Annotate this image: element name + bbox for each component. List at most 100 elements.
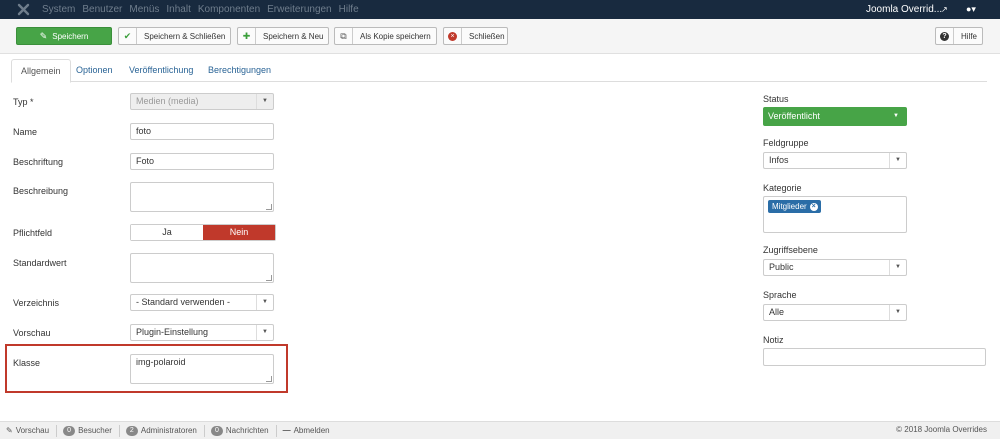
logout-label: Abmelden: [293, 426, 330, 435]
save-copy-label: Als Kopie speichern: [360, 31, 431, 41]
menu-item-extensions[interactable]: Erweiterungen: [267, 4, 331, 15]
category-chip: Mitglieder ×: [768, 200, 821, 213]
menu-item-content[interactable]: Inhalt: [166, 4, 190, 15]
note-label: Notiz: [763, 335, 784, 345]
class-textarea[interactable]: img-polaroid: [130, 354, 274, 384]
visitors-badge: 0: [63, 425, 76, 436]
save-copy-button[interactable]: ⧉ Als Kopie speichern: [334, 27, 437, 45]
caption-label: Beschriftung: [13, 157, 64, 167]
logout-link[interactable]: — Abmelden: [283, 426, 330, 435]
help-button[interactable]: ? Hilfe: [935, 27, 983, 45]
menu-item-system[interactable]: System: [42, 4, 75, 15]
directory-label: Verzeichnis: [13, 298, 60, 308]
name-input[interactable]: foto: [130, 123, 274, 140]
save-new-label: Speichern & Neu: [263, 31, 324, 41]
site-name-link[interactable]: Joomla Overrid...: [866, 0, 942, 19]
chevron-down-icon: ▼: [256, 94, 273, 109]
description-textarea[interactable]: [130, 182, 274, 212]
menu-item-menus[interactable]: Menüs: [129, 4, 159, 15]
question-icon: ?: [936, 28, 954, 44]
type-label: Typ *: [13, 97, 34, 107]
visitors-label: Besucher: [78, 426, 112, 435]
user-icon[interactable]: ●▾: [966, 4, 976, 15]
chevron-down-icon: ▼: [893, 113, 899, 119]
preview-select[interactable]: Plugin-Einstellung ▼: [130, 324, 274, 341]
footer-admins: 2 Administratoren: [125, 425, 197, 436]
close-circle-icon: ×: [444, 28, 462, 44]
menu-item-help[interactable]: Hilfe: [339, 4, 359, 15]
copy-icon: ⧉: [335, 28, 353, 44]
language-value: Alle: [769, 307, 785, 317]
name-label: Name: [13, 127, 38, 137]
chevron-down-icon: ▼: [889, 153, 906, 168]
footer-preview-label: Vorschau: [15, 426, 50, 435]
note-input[interactable]: [763, 348, 986, 366]
admins-badge: 2: [125, 425, 138, 436]
group-value: Infos: [769, 155, 789, 165]
messages-badge: 0: [210, 425, 223, 436]
tab-publishing[interactable]: Veröffentlichung: [129, 59, 193, 82]
save-new-button[interactable]: ✚ Speichern & Neu: [237, 27, 329, 45]
top-navbar: System Benutzer Menüs Inhalt Komponenten…: [0, 0, 1000, 19]
save-close-button[interactable]: ✔ Speichern & Schließen: [118, 27, 231, 45]
directory-select[interactable]: - Standard verwenden - ▼: [130, 294, 274, 311]
required-label: Pflichtfeld: [13, 228, 53, 238]
group-label: Feldgruppe: [763, 138, 809, 148]
check-icon: ✔: [119, 28, 137, 44]
toolbar: ✎ Speichern ✔ Speichern & Schließen ✚ Sp…: [0, 19, 1000, 54]
preview-value: Plugin-Einstellung: [136, 327, 209, 337]
menu-item-users[interactable]: Benutzer: [82, 4, 122, 15]
caption-input[interactable]: Foto: [130, 153, 274, 170]
description-label: Beschreibung: [13, 186, 69, 196]
category-multiselect[interactable]: Mitglieder ×: [763, 196, 907, 233]
class-label: Klasse: [13, 358, 41, 368]
tab-options[interactable]: Optionen: [76, 59, 113, 82]
directory-value: - Standard verwenden -: [136, 297, 231, 307]
status-label: Status: [763, 94, 789, 104]
type-select: Medien (media) ▼: [130, 93, 274, 110]
menu-item-components[interactable]: Komponenten: [198, 4, 260, 15]
messages-label: Nachrichten: [225, 426, 269, 435]
close-button[interactable]: × Schließen: [443, 27, 508, 45]
footer-messages: 0 Nachrichten: [210, 425, 269, 436]
chevron-down-icon: ▼: [889, 260, 906, 275]
close-label: Schließen: [469, 31, 505, 41]
status-select[interactable]: Veröffentlicht ▼: [763, 107, 907, 126]
status-footer: ✎ Vorschau 0 Besucher 2 Administratoren …: [0, 421, 1000, 439]
tab-permissions[interactable]: Berechtigungen: [208, 59, 271, 82]
group-select[interactable]: Infos ▼: [763, 152, 907, 169]
footer-preview-link[interactable]: ✎ Vorschau: [6, 426, 49, 435]
access-select[interactable]: Public ▼: [763, 259, 907, 276]
category-chip-label: Mitglieder: [772, 202, 807, 211]
footer-visitors: 0 Besucher: [63, 425, 112, 436]
chevron-down-icon: ▼: [889, 305, 906, 320]
category-label: Kategorie: [763, 183, 802, 193]
type-value: Medien (media): [136, 96, 199, 106]
joomla-logo[interactable]: [17, 3, 30, 16]
required-no-option[interactable]: Nein: [203, 225, 275, 240]
chevron-down-icon: ▼: [256, 295, 273, 310]
save-button[interactable]: ✎ Speichern: [16, 27, 112, 45]
language-label: Sprache: [763, 290, 797, 300]
tab-general[interactable]: Allgemein: [11, 59, 71, 83]
save-button-label: Speichern: [52, 31, 89, 41]
chevron-down-icon: ▼: [256, 325, 273, 340]
external-link-icon[interactable]: ↗: [941, 5, 948, 14]
external-link-icon: ✎: [6, 426, 13, 435]
divider: [118, 424, 120, 437]
remove-icon[interactable]: ×: [809, 202, 818, 211]
admins-label: Administratoren: [140, 426, 197, 435]
language-select[interactable]: Alle ▼: [763, 304, 907, 321]
edit-icon: ✎: [39, 30, 48, 41]
copyright-text: © 2018 Joomla Overrides: [896, 425, 987, 434]
minus-icon: —: [282, 426, 291, 435]
divider: [203, 424, 205, 437]
required-yes-option[interactable]: Ja: [131, 225, 203, 240]
main-menu: System Benutzer Menüs Inhalt Komponenten…: [42, 0, 366, 19]
required-toggle: Ja Nein: [130, 224, 276, 241]
default-textarea[interactable]: [130, 253, 274, 283]
access-label: Zugriffsebene: [763, 245, 818, 255]
divider: [56, 424, 58, 437]
access-value: Public: [769, 262, 794, 272]
plus-icon: ✚: [238, 28, 256, 44]
